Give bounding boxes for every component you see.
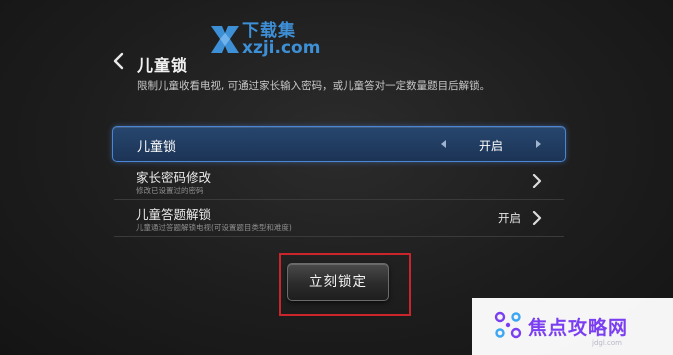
page-description: 限制儿童收看电视, 可通过家长输入密码，或儿童答对一定数量题目后解锁。	[137, 80, 491, 92]
watermark-brand: 焦点攻略网	[528, 317, 629, 339]
setting-sublabel: 修改已设置过的密码	[136, 186, 204, 195]
watermark-url: xzji.com	[242, 38, 321, 58]
watermark-domain: jdgl.com	[592, 339, 622, 347]
setting-row-parent-password[interactable]: 家长密码修改 修改已设置过的密码	[112, 166, 566, 198]
dots-logo-icon	[494, 311, 522, 339]
watermark-top: 下载集 xzji.com	[206, 16, 356, 64]
x-logo-icon	[211, 26, 239, 53]
lock-now-button[interactable]: 立刻锁定	[287, 263, 389, 301]
divider	[114, 236, 564, 237]
chevron-left-icon[interactable]	[112, 52, 126, 70]
setting-row-quiz-unlock[interactable]: 儿童答题解锁 儿童通过答题解锁电视(可设置题目类型和难度) 开启	[112, 203, 566, 235]
setting-value: 开启	[498, 211, 521, 225]
chevron-right-icon	[532, 211, 542, 225]
setting-row-child-lock[interactable]: 儿童锁 开启	[112, 126, 566, 162]
triangle-right-icon[interactable]	[535, 140, 541, 148]
setting-label: 儿童锁	[137, 140, 177, 155]
divider	[114, 199, 564, 200]
setting-label: 儿童答题解锁	[136, 207, 212, 222]
watermark-bottom: 焦点攻略网 jdgl.com	[472, 298, 673, 355]
setting-label: 家长密码修改	[136, 170, 212, 185]
chevron-right-icon	[532, 174, 542, 188]
triangle-left-icon[interactable]	[441, 140, 447, 148]
setting-sublabel: 儿童通过答题解锁电视(可设置题目类型和难度)	[136, 223, 292, 232]
page-title: 儿童锁	[137, 56, 189, 75]
setting-value: 开启	[479, 139, 504, 153]
